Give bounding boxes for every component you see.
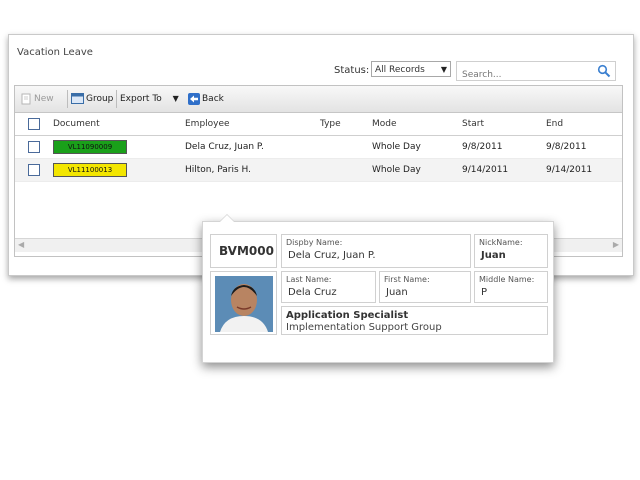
column-header-employee[interactable]: Employee	[185, 113, 230, 135]
search-icon[interactable]	[597, 64, 611, 78]
column-header-mode[interactable]: Mode	[372, 113, 397, 135]
column-header-start[interactable]: Start	[462, 113, 484, 135]
position-title: Application Specialist	[286, 310, 409, 321]
panel-title: Vacation Leave	[17, 47, 93, 58]
last-name-value: Dela Cruz	[288, 287, 337, 298]
employee-id: BVM000	[219, 244, 274, 258]
start-cell: 9/8/2011	[462, 142, 503, 152]
group-icon	[71, 93, 84, 104]
middle-name-value: P	[481, 287, 488, 298]
middle-name-box: Middle Name: P	[474, 271, 548, 303]
last-name-label: Last Name:	[286, 275, 332, 284]
new-button[interactable]: New	[21, 86, 54, 112]
back-button-label: Back	[202, 94, 224, 104]
new-button-label: New	[34, 94, 54, 104]
end-cell: 9/14/2011	[546, 165, 593, 175]
search-box[interactable]	[456, 61, 616, 84]
export-button[interactable]: Export To ▼	[120, 86, 179, 112]
status-label: Status:	[334, 65, 370, 76]
end-cell: 9/8/2011	[546, 142, 587, 152]
display-name-label: Dispby Name:	[286, 238, 343, 247]
document-badge[interactable]: VL11090009	[53, 140, 127, 154]
profile-photo	[215, 276, 273, 332]
column-header-type[interactable]: Type	[320, 113, 341, 135]
photo-box	[210, 271, 277, 335]
employee-cell[interactable]: Hilton, Paris H.	[185, 159, 251, 181]
row-checkbox[interactable]	[28, 164, 40, 176]
first-name-box: First Name: Juan	[379, 271, 471, 303]
select-all-checkbox[interactable]	[28, 118, 40, 130]
scroll-left-icon[interactable]: ◀	[18, 240, 24, 249]
first-name-label: First Name:	[384, 275, 430, 284]
export-button-label: Export To	[120, 94, 162, 104]
toolbar-divider	[67, 90, 68, 108]
nickname-value: Juan	[481, 250, 506, 261]
position-box: Application Specialist Implementation Su…	[281, 306, 548, 335]
department-name: Implementation Support Group	[286, 322, 442, 333]
dropdown-arrow-icon: ▼	[172, 94, 179, 103]
group-button-label: Group	[86, 94, 114, 104]
table-row[interactable]: VL11100013 Hilton, Paris H. Whole Day 9/…	[15, 159, 622, 182]
first-name-value: Juan	[386, 287, 408, 298]
mode-cell: Whole Day	[372, 165, 421, 175]
last-name-box: Last Name: Dela Cruz	[281, 271, 376, 303]
scroll-right-icon[interactable]: ▶	[613, 240, 619, 249]
column-header-document[interactable]: Document	[53, 113, 100, 135]
group-button[interactable]: Group	[71, 86, 113, 112]
nickname-box: NickName: Juan	[474, 234, 548, 268]
status-select-value: All Records	[375, 65, 425, 75]
display-name-value: Dela Cruz, Juan P.	[288, 250, 376, 261]
status-select[interactable]: All Records ▼	[371, 61, 451, 77]
mode-cell: Whole Day	[372, 142, 421, 152]
employee-id-box: BVM000	[210, 234, 277, 268]
display-name-box: Dispby Name: Dela Cruz, Juan P.	[281, 234, 471, 268]
middle-name-label: Middle Name:	[479, 275, 535, 284]
popup-pointer	[219, 214, 235, 222]
table-row[interactable]: VL11090009 Dela Cruz, Juan P. Whole Day …	[15, 136, 622, 159]
search-input[interactable]	[460, 66, 594, 84]
employee-info-popup: BVM000 Dispby Name: Dela Cruz, Juan P. N…	[202, 214, 554, 363]
toolbar-divider	[116, 90, 117, 108]
employee-cell[interactable]: Dela Cruz, Juan P.	[185, 136, 264, 158]
toolbar: New Group Export To ▼ Back	[15, 86, 622, 113]
back-button[interactable]: Back	[188, 86, 224, 112]
nickname-label: NickName:	[479, 238, 523, 247]
table-header: Document Employee Type Mode Start End	[15, 113, 622, 136]
column-header-end[interactable]: End	[546, 113, 563, 135]
document-badge[interactable]: VL11100013	[53, 163, 127, 177]
row-checkbox[interactable]	[28, 141, 40, 153]
start-cell: 9/14/2011	[462, 165, 509, 175]
chevron-down-icon: ▼	[440, 65, 447, 74]
back-icon	[188, 92, 200, 105]
new-icon	[21, 93, 31, 104]
